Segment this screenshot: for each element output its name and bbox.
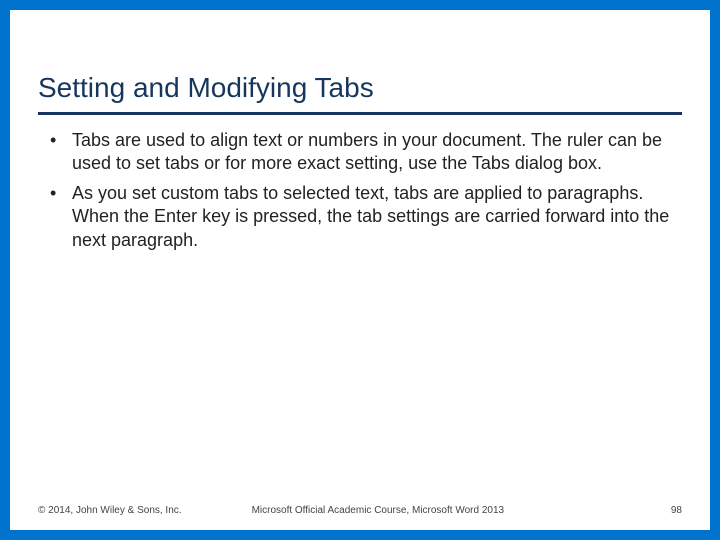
bullet-list: Tabs are used to align text or numbers i… — [38, 129, 682, 252]
footer-page-number: 98 — [671, 505, 682, 516]
footer-copyright: © 2014, John Wiley & Sons, Inc. — [38, 505, 182, 516]
slide-footer: © 2014, John Wiley & Sons, Inc. Microsof… — [38, 505, 682, 516]
bullet-item: Tabs are used to align text or numbers i… — [44, 129, 682, 176]
slide-title: Setting and Modifying Tabs — [38, 34, 682, 112]
footer-course: Microsoft Official Academic Course, Micr… — [252, 505, 671, 516]
slide: Setting and Modifying Tabs Tabs are used… — [10, 10, 710, 530]
title-underline — [38, 112, 682, 115]
bullet-item: As you set custom tabs to selected text,… — [44, 182, 682, 252]
